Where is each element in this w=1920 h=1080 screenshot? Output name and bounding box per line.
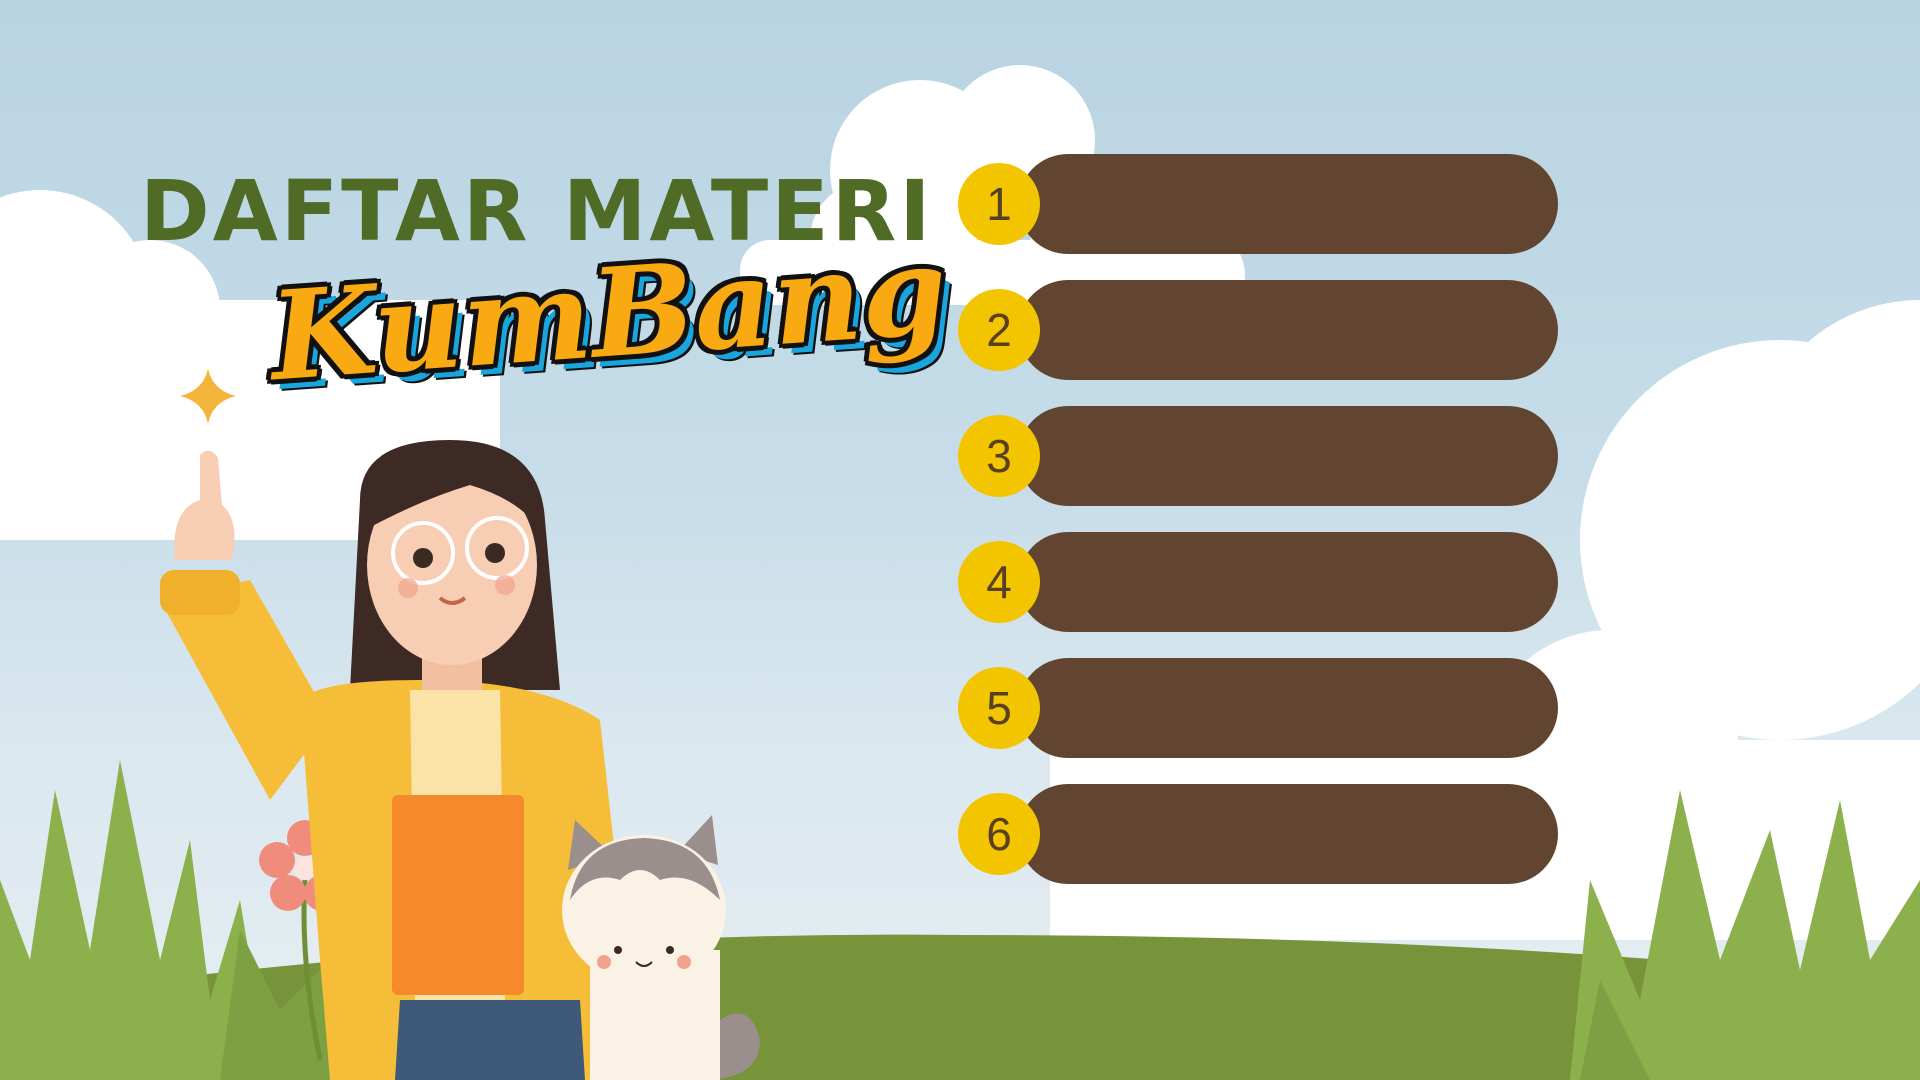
menu-number-badge: 5 [958, 667, 1040, 749]
menu-item-1[interactable]: 1 [958, 154, 1598, 256]
menu-number-badge: 1 [958, 163, 1040, 245]
kumbang-logo: KumBang [265, 217, 952, 409]
menu-number-badge: 3 [958, 415, 1040, 497]
menu-item-label [1068, 432, 1508, 480]
menu-item-6[interactable]: 6 [958, 784, 1598, 886]
menu-number-badge: 4 [958, 541, 1040, 623]
menu-item-label [1068, 306, 1508, 354]
bush-left [0, 760, 330, 1080]
menu-item-label [1068, 810, 1508, 858]
menu-number-badge: 2 [958, 289, 1040, 371]
menu-item-4[interactable]: 4 [958, 532, 1598, 634]
menu-item-label [1068, 684, 1508, 732]
menu-item-2[interactable]: 2 [958, 280, 1598, 382]
menu-item-label [1068, 558, 1508, 606]
menu-item-5[interactable]: 5 [958, 658, 1598, 760]
menu-item-label [1068, 180, 1508, 228]
menu-item-3[interactable]: 3 [958, 406, 1598, 508]
menu-number-badge: 6 [958, 793, 1040, 875]
